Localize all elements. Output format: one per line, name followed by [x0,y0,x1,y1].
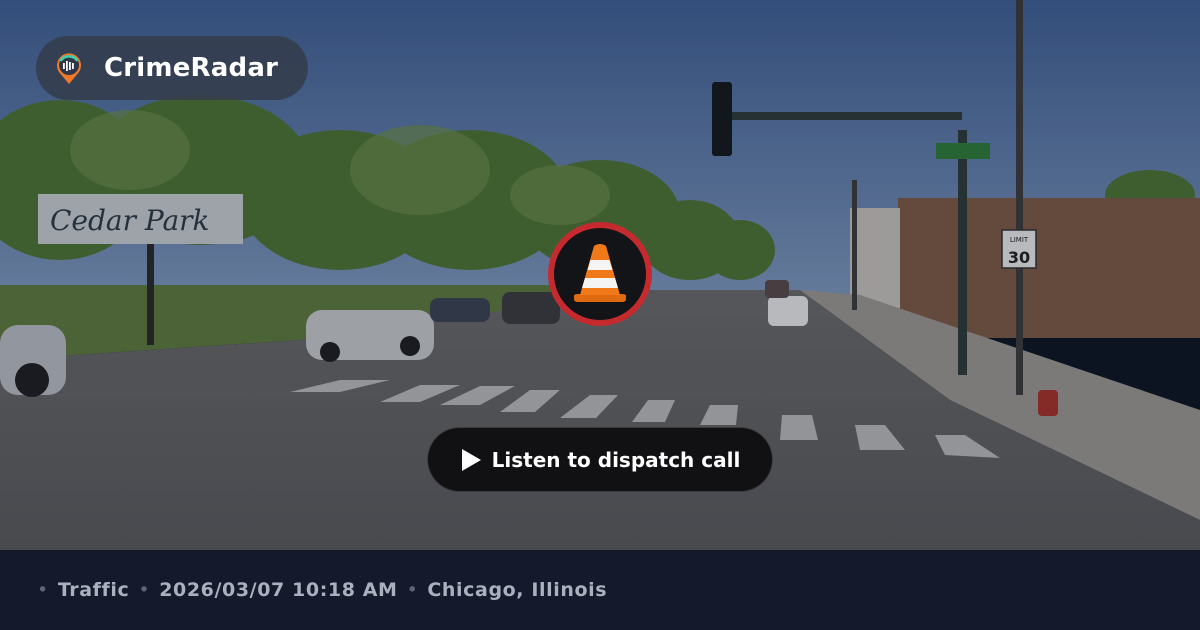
incident-category-badge [548,222,652,326]
listen-dispatch-button[interactable]: Listen to dispatch call [427,427,773,492]
incident-footer: • Traffic • 2026/03/07 10:18 AM • Chicag… [0,550,1200,630]
traffic-cone-icon [574,244,626,302]
brand-name: CrimeRadar [104,53,279,83]
separator-dot: • [37,579,49,601]
incident-location: Chicago, Illinois [427,579,608,601]
incident-datetime: 2026/03/07 10:18 AM [159,579,398,601]
incident-category: Traffic [57,579,130,601]
separator-dot: • [406,579,419,601]
brand-pill[interactable]: CrimeRadar [36,36,308,100]
separator-dot: • [138,579,151,601]
radar-pin-icon [57,53,81,84]
listen-dispatch-label: Listen to dispatch call [491,447,741,472]
play-icon [461,448,481,471]
